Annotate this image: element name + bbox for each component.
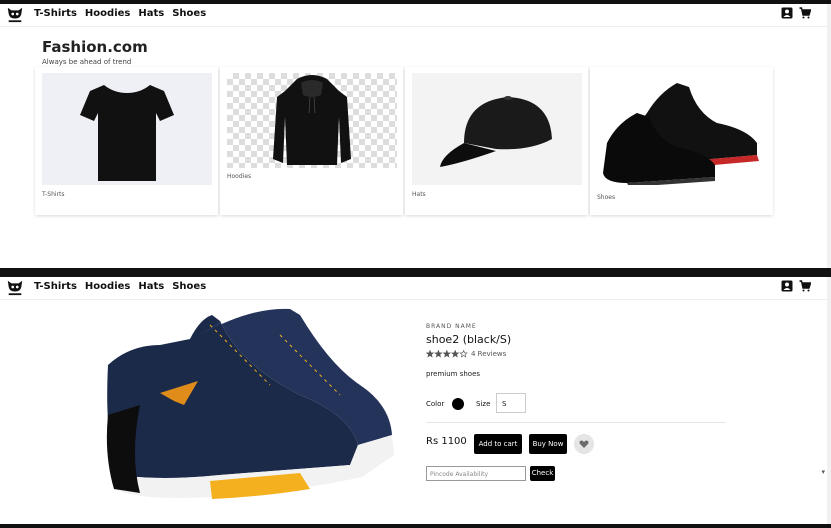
color-label: Color (426, 400, 445, 408)
category-card-hoodies[interactable]: Hoodies (220, 67, 403, 215)
hat-image[interactable] (412, 73, 582, 185)
product-name: shoe2 (black/S) (426, 333, 512, 346)
category-card-hats[interactable]: Hats (405, 67, 588, 215)
nav-hats[interactable]: Hats (138, 8, 164, 19)
nav-tshirts[interactable]: T-Shirts (34, 8, 77, 19)
scrollbar[interactable] (827, 277, 831, 524)
category-cards: T-Shirts Hoodies Hats Shoes (35, 67, 773, 215)
product-image (100, 305, 400, 505)
nav-tshirts[interactable]: T-Shirts (34, 281, 77, 292)
cart-icon[interactable] (799, 7, 811, 19)
star-icons (425, 349, 468, 358)
nav-hats[interactable]: Hats (138, 281, 164, 292)
brand-label: BRAND NAME (426, 323, 477, 330)
buy-now-button[interactable]: Buy Now (529, 434, 567, 454)
category-label: T-Shirts (42, 191, 65, 198)
reviews-link[interactable]: 4 Reviews (471, 350, 506, 358)
category-card-tshirts[interactable]: T-Shirts (35, 67, 218, 215)
site-tagline: Always be ahead of trend (42, 58, 132, 66)
size-select[interactable]: S (496, 393, 526, 413)
account-icon[interactable] (781, 7, 793, 19)
home-pane: T-Shirts Hoodies Hats Shoes Fashion.com … (0, 4, 827, 268)
check-pincode-button[interactable]: Check (530, 466, 555, 481)
divider (426, 422, 726, 423)
star-empty-icon (459, 349, 468, 358)
account-icon[interactable] (781, 280, 793, 292)
star-filled-icon (434, 349, 443, 358)
pincode-input[interactable]: Pincode Availability (426, 466, 526, 481)
rating-stars (425, 349, 468, 360)
shoes-image[interactable] (597, 73, 767, 187)
nav-shoes[interactable]: Shoes (172, 8, 206, 19)
wishlist-button[interactable] (574, 434, 594, 454)
scroll-down-icon[interactable]: ▾ (821, 468, 825, 476)
scrollbar[interactable] (827, 4, 831, 268)
add-to-cart-button[interactable]: Add to cart (474, 434, 522, 454)
logo-icon[interactable] (6, 278, 24, 296)
logo-icon[interactable] (6, 5, 24, 23)
tshirt-image[interactable] (42, 73, 212, 185)
hoodie-image[interactable] (227, 73, 397, 168)
star-filled-icon (450, 349, 460, 358)
product-description: premium shoes (426, 370, 481, 378)
category-card-shoes[interactable]: Shoes (590, 67, 773, 215)
nav-hoodies[interactable]: Hoodies (85, 8, 130, 19)
star-filled-icon (425, 349, 435, 358)
category-label: Hoodies (227, 173, 252, 180)
nav-shoes[interactable]: Shoes (172, 281, 206, 292)
navbar: T-Shirts Hoodies Hats Shoes (0, 277, 827, 300)
size-label: Size (476, 400, 491, 408)
category-label: Shoes (597, 194, 616, 201)
category-label: Hats (412, 191, 426, 198)
heart-icon (579, 440, 589, 448)
product-price: Rs 1100 (426, 436, 467, 447)
site-title: Fashion.com (42, 38, 148, 56)
cart-icon[interactable] (799, 280, 811, 292)
nav-hoodies[interactable]: Hoodies (85, 281, 130, 292)
color-swatch[interactable] (452, 398, 464, 410)
product-pane: T-Shirts Hoodies Hats Shoes BRAND NAME s… (0, 277, 827, 524)
star-filled-icon (442, 349, 452, 358)
navbar: T-Shirts Hoodies Hats Shoes (0, 4, 827, 27)
